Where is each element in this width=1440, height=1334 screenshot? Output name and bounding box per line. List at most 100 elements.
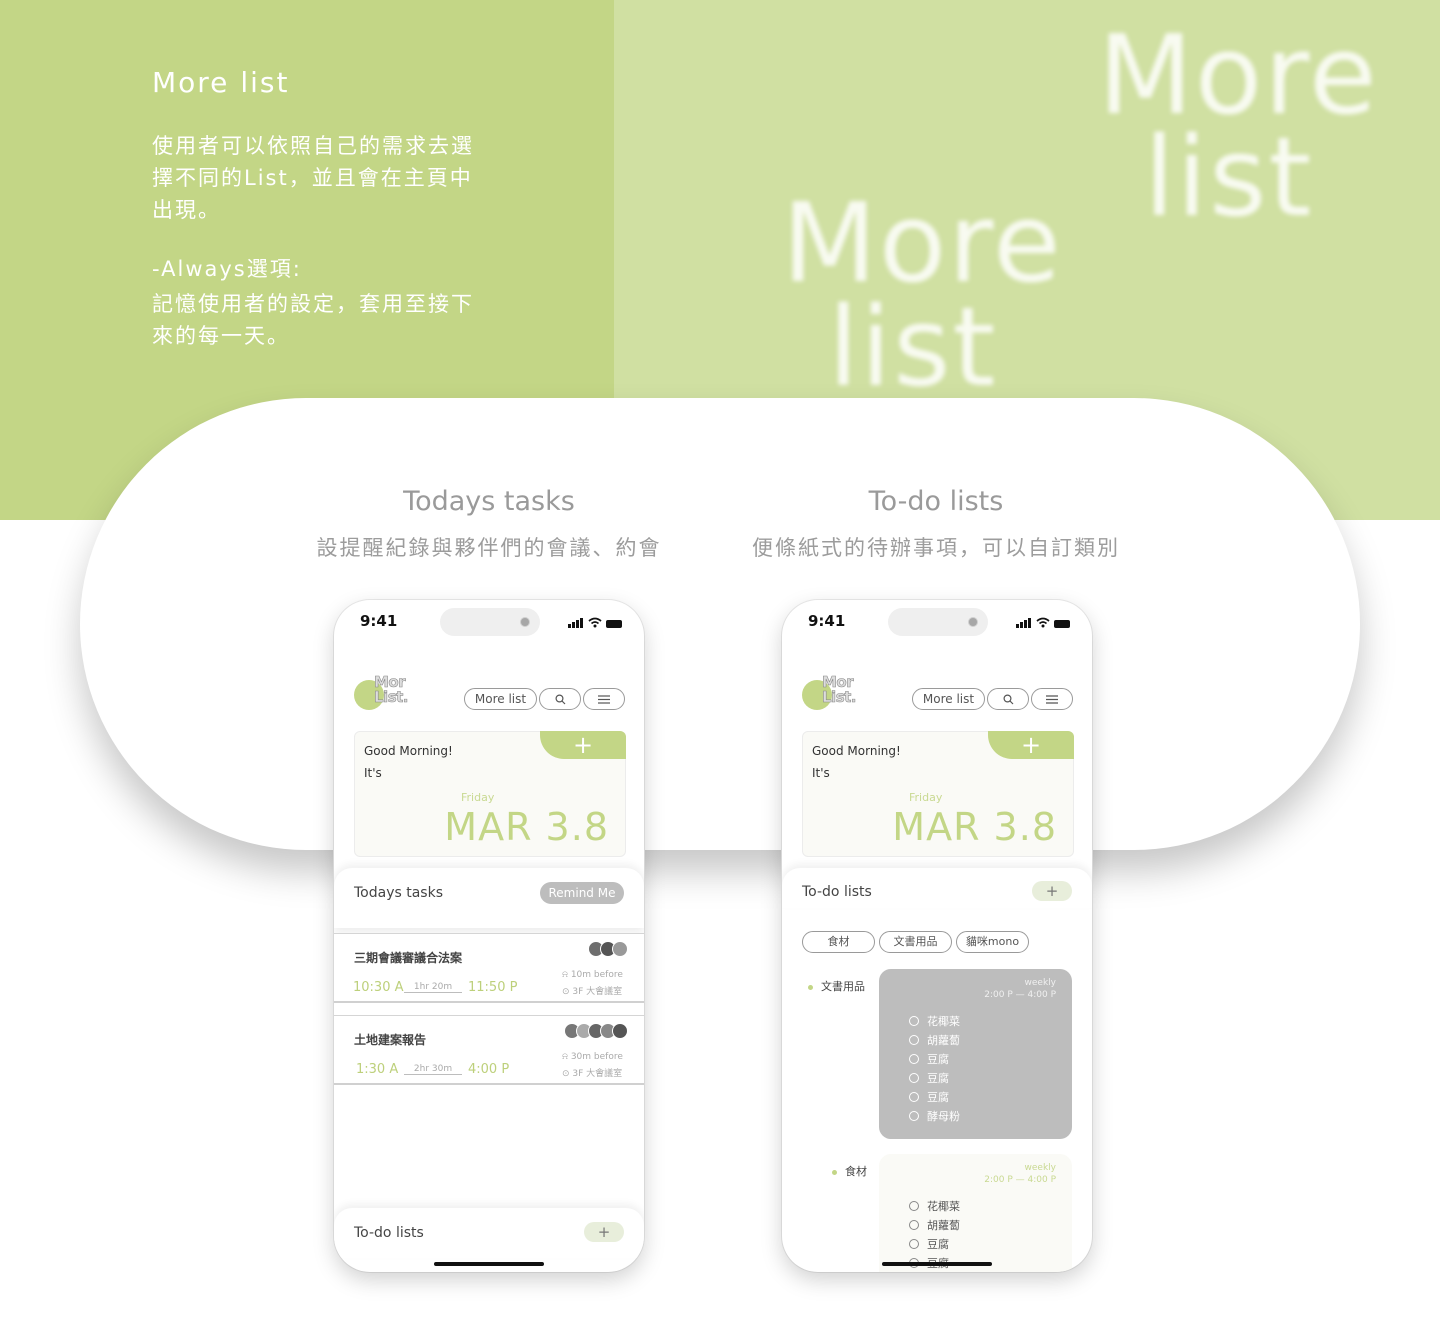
add-list-button[interactable]: + [1032,881,1072,901]
menu-icon [598,694,610,704]
home-indicator[interactable] [434,1262,544,1266]
battery-icon [606,620,622,628]
add-button[interactable]: + [540,731,626,759]
task-item[interactable]: 土地建案報告 1:30 A 2hr 30m 4:00 P ⍾ 30m befor… [334,1015,644,1085]
watermark-list-1: list [1144,113,1314,241]
menu-button[interactable] [583,688,625,710]
app-logo[interactable]: Mor List. [354,673,424,716]
app-logo[interactable]: Mor List. [802,673,872,716]
checkbox-icon[interactable] [909,1054,919,1064]
date-display: MAR 3.8 [892,805,1057,849]
more-list-button[interactable]: More list [912,688,985,710]
remind-me-button[interactable]: Remind Me [540,882,624,904]
task-duration: 1hr 20m [404,982,462,993]
phone-todo-lists: 9:41 Mor List. More list + Good Morning! … [782,600,1092,1272]
col-subtitle-tasks: 設提醒紀錄與夥伴們的會議、約會 [316,536,662,560]
list-label: 食材 [832,1163,867,1179]
checkbox-icon[interactable] [909,1220,919,1230]
todo-item[interactable]: 豆腐 [909,1089,949,1105]
dynamic-island [888,608,988,636]
search-icon [1002,693,1013,704]
task-end-time: 11:50 P [468,980,518,995]
checkbox-icon[interactable] [909,1016,919,1026]
todo-item[interactable]: 胡蘿蔔 [909,1217,960,1233]
wifi-icon [588,617,602,628]
todo-lists-title: To-do lists [354,1225,424,1241]
checkbox-icon[interactable] [909,1111,919,1121]
add-todo-button[interactable]: + [584,1222,624,1242]
search-icon [554,693,565,704]
bell-icon: ⍾ [562,1052,571,1062]
showcase-pill [80,398,1360,850]
todo-item[interactable]: 花椰菜 [909,1013,960,1029]
bell-icon: ⍾ [562,970,571,980]
todo-item[interactable]: 胡蘿蔔 [909,1032,960,1048]
todo-list-card[interactable]: weekly2:00 P — 4:00 P 花椰菜 胡蘿蔔 豆腐 豆腐 [879,1154,1072,1272]
camera-icon [520,617,530,627]
menu-icon [1046,694,1058,704]
tasks-section-title: Todays tasks [354,885,443,901]
weekday: Friday [461,791,495,804]
task-location: ⊙ 3F 大會議室 [562,987,623,997]
task-name: 三期會議審議合法案 [354,951,463,965]
date-card: + Good Morning! It's Friday MAR 3.8 [802,731,1074,857]
watermark-more-2: More [782,179,1063,307]
battery-icon [1054,620,1070,628]
logo-text: Mor List. [822,673,857,706]
todo-item[interactable]: 花椰菜 [909,1198,960,1214]
todo-list-card[interactable]: weekly 2:00 P — 4:00 P 花椰菜 胡蘿蔔 豆腐 豆腐 豆腐 酵… [879,969,1072,1139]
intro-title: More list [152,66,290,99]
category-chip[interactable]: 貓咪mono [956,931,1029,953]
category-chip[interactable]: 文書用品 [879,931,952,953]
search-button[interactable] [539,688,581,710]
wifi-icon [1036,617,1050,628]
list-schedule: weekly 2:00 P — 4:00 P [984,978,1056,1000]
checkbox-icon[interactable] [909,1201,919,1211]
menu-button[interactable] [1031,688,1073,710]
logo-text: Mor List. [374,673,409,706]
task-reminder: ⍾ 30m before [562,1052,623,1062]
status-time: 9:41 [808,612,846,630]
signal-icon [568,609,584,628]
participant-avatars [588,941,628,957]
col-title-todo: To-do lists [868,486,1004,517]
checkbox-icon[interactable] [909,1035,919,1045]
checkbox-icon[interactable] [909,1073,919,1083]
add-button[interactable]: + [988,731,1074,759]
task-item[interactable]: 三期會議審議合法案 10:30 A 1hr 20m 11:50 P ⍾ 10m … [334,933,644,1003]
location-pin-icon: ⊙ [562,987,573,997]
todo-item[interactable]: 豆腐 [909,1051,949,1067]
greeting: Good Morning! [364,744,453,758]
col-subtitle-todo: 便條紙式的待辦事項，可以自訂類別 [752,536,1120,560]
category-chip[interactable]: 食材 [802,931,875,953]
checkbox-icon[interactable] [909,1092,919,1102]
status-icons [568,616,622,628]
todo-item[interactable]: 酵母粉 [909,1108,960,1124]
task-location: ⊙ 3F 大會議室 [562,1069,623,1079]
status-time: 9:41 [360,612,398,630]
location-pin-icon: ⊙ [562,1069,573,1079]
list-label: 文書用品 [808,978,865,994]
its-label: It's [812,766,830,780]
dynamic-island [440,608,540,636]
intro-description: 使用者可以依照自己的需求去選擇不同的List，並且會在主頁中出現。 [152,134,474,222]
avatar [612,941,628,957]
task-duration: 2hr 30m [404,1064,462,1075]
participant-avatars [564,1023,628,1039]
avatar [612,1023,628,1039]
home-indicator[interactable] [882,1262,992,1266]
todo-lists-bar[interactable]: To-do lists + [334,1208,644,1258]
task-reminder: ⍾ 10m before [562,970,623,980]
todo-section-title: To-do lists [802,884,872,900]
date-card: + Good Morning! It's Friday MAR 3.8 [354,731,626,857]
checkbox-icon[interactable] [909,1239,919,1249]
more-list-button[interactable]: More list [464,688,537,710]
task-start-time: 1:30 A [356,1062,399,1077]
todo-item[interactable]: 豆腐 [909,1070,949,1086]
date-display: MAR 3.8 [444,805,609,849]
todo-item[interactable]: 豆腐 [909,1236,949,1252]
search-button[interactable] [987,688,1029,710]
intro-always-label: -Always選項: [152,257,302,281]
its-label: It's [364,766,382,780]
list-schedule: weekly 2:00 P — 4:00 P [984,1163,1056,1185]
